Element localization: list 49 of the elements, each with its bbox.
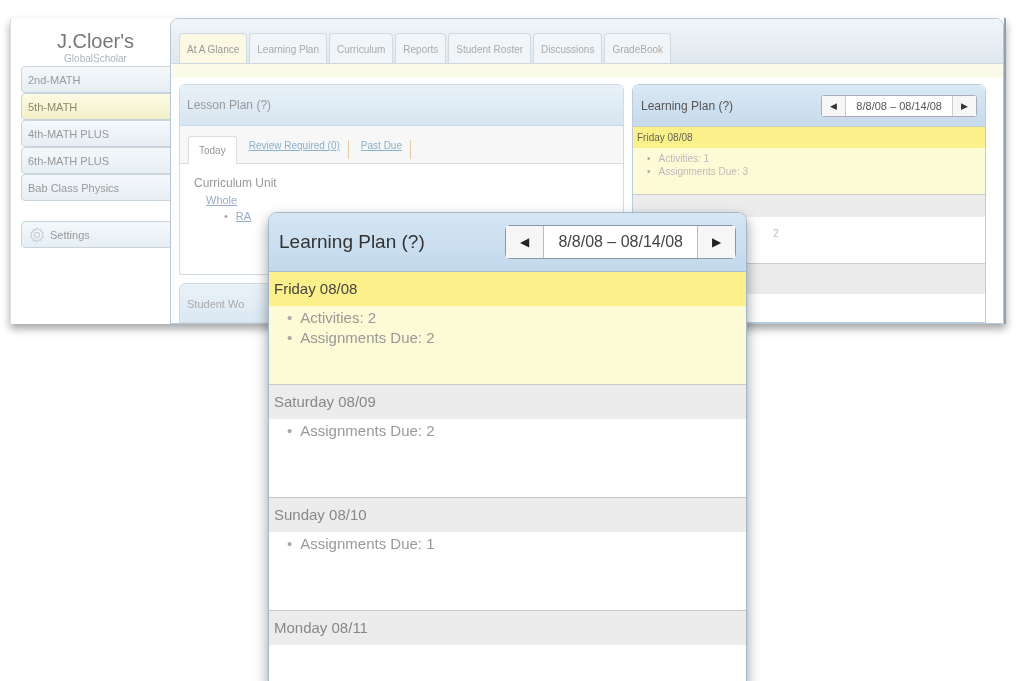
logo-text: J.Cloer's <box>56 30 135 53</box>
next-button[interactable]: ▶ <box>698 226 735 258</box>
day-entry: 2 <box>773 228 779 239</box>
list-bullet: • <box>287 534 293 554</box>
class-item[interactable]: 4th-MATH PLUS <box>21 120 172 147</box>
nav-tab[interactable]: GradeBook <box>604 33 671 63</box>
list-bullet: • <box>224 210 228 222</box>
list-bullet: • <box>647 165 651 178</box>
list-bullet: • <box>647 152 651 165</box>
subtab[interactable]: Today <box>188 136 237 164</box>
day-entry: Assignments Due: 2 <box>300 327 435 347</box>
subtab[interactable]: Review Required (0) <box>248 140 349 159</box>
list-bullet: • <box>287 421 293 441</box>
previous-button[interactable]: ◀ <box>822 95 846 116</box>
settings-icon <box>28 225 46 244</box>
day-entry: Activities: 1 <box>658 152 710 165</box>
nav-tab[interactable]: Student Roster <box>448 33 532 63</box>
day-header: Monday 08/11 <box>269 610 746 645</box>
class-item[interactable]: 5th-MATH <box>21 93 172 120</box>
day-header: Friday 08/08 <box>269 272 746 306</box>
settings-button[interactable]: Settings <box>21 221 172 248</box>
day-entry: Activities: 2 <box>300 308 377 328</box>
class-item[interactable]: Bab Class Physics <box>21 174 172 201</box>
day-entry: Assignments Due: 1 <box>300 534 435 554</box>
day-header: Sunday 08/10 <box>269 497 746 532</box>
nav-tab[interactable]: Discussions <box>533 33 603 63</box>
panel-title: Learning Plan (?) <box>641 98 734 113</box>
day-header: Friday 08/08 <box>633 126 985 148</box>
nav-tab[interactable]: Reports <box>395 33 447 63</box>
list-bullet: • <box>287 327 293 347</box>
logo-tagline: GlobalScholar <box>64 53 127 64</box>
panel-title: Lesson Plan (?) <box>187 98 272 112</box>
class-item[interactable]: 2nd-MATH <box>21 66 172 93</box>
day-header: Saturday 08/09 <box>269 384 746 419</box>
subtab[interactable]: Past Due <box>360 140 411 159</box>
unit-link[interactable]: Whole <box>206 194 238 206</box>
section-heading: Curriculum Unit <box>194 176 277 190</box>
nav-tab[interactable]: At A Glance <box>179 33 248 63</box>
nav-tab[interactable]: Learning Plan <box>249 33 327 63</box>
list-bullet: • <box>287 308 293 328</box>
nav-tab[interactable]: Curriculum <box>329 33 394 63</box>
panel-title: Student Wo <box>187 298 245 310</box>
lesson-link[interactable]: RA <box>235 210 252 222</box>
previous-button[interactable]: ◀ <box>506 226 544 258</box>
panel-title: Learning Plan (?) <box>279 231 425 253</box>
class-item[interactable]: 6th-MATH PLUS <box>21 147 172 174</box>
day-entry: Assignments Due: 3 <box>658 165 748 178</box>
day-entry: Assignments Due: 2 <box>300 421 435 441</box>
next-button[interactable]: ▶ <box>953 95 976 116</box>
